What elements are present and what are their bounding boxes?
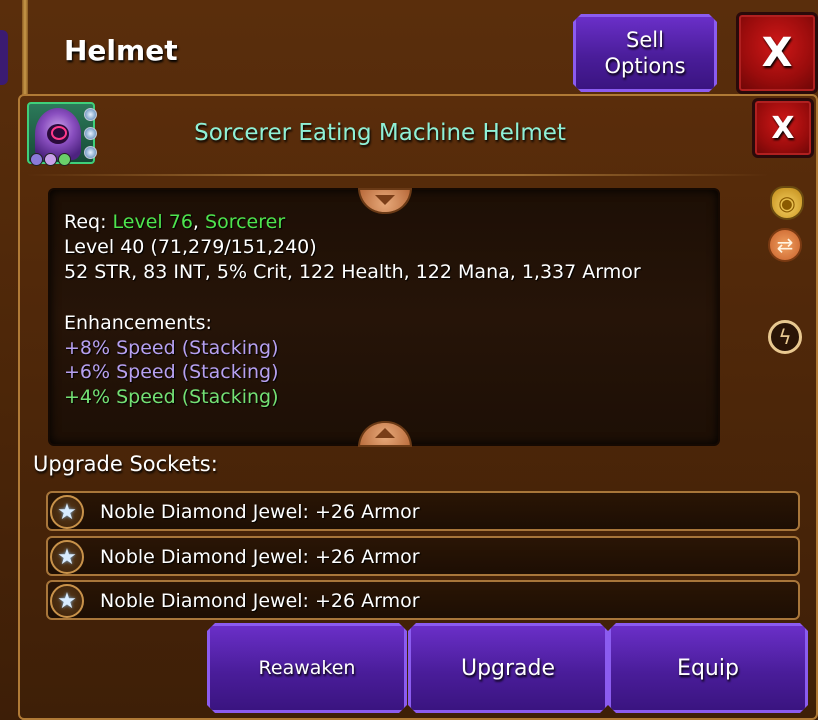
left-edge-tab xyxy=(0,30,8,85)
reawaken-button[interactable]: Reawaken xyxy=(207,623,407,713)
gem-dot-2 xyxy=(44,153,57,166)
socket-pip-1-star-icon xyxy=(84,108,97,121)
stats-line: 52 STR, 83 INT, 5% Crit, 122 Health, 122… xyxy=(64,261,641,283)
window-title: Helmet xyxy=(64,34,178,67)
gold-bag-icon[interactable]: ◉ xyxy=(770,186,804,220)
upgrade-button[interactable]: Upgrade xyxy=(408,623,608,713)
diamond-jewel-icon: ★ xyxy=(50,540,84,574)
item-name: Sorcerer Eating Machine Helmet xyxy=(194,120,566,146)
gem-dot-3 xyxy=(58,153,71,166)
req-separator: , xyxy=(192,211,206,233)
enhancements-label: Enhancements: xyxy=(64,312,212,334)
upgrade-sockets-label: Upgrade Sockets: xyxy=(33,452,218,476)
enhancement-line: +6% Speed (Stacking) xyxy=(64,361,279,383)
title-divider xyxy=(28,174,768,176)
close-window-button[interactable]: X xyxy=(736,12,818,94)
level-line: Level 40 (71,279/151,240) xyxy=(64,236,317,258)
lightning-icon[interactable]: ϟ xyxy=(768,320,802,354)
close-detail-button[interactable]: X xyxy=(752,98,814,158)
enhancement-line: +4% Speed (Stacking) xyxy=(64,386,279,408)
rune-mark xyxy=(51,126,67,140)
socket-pip-3-star-icon xyxy=(84,146,97,159)
socket-pip-2-star-icon xyxy=(84,127,97,140)
socket-row[interactable]: ★ Noble Diamond Jewel: +26 Armor xyxy=(46,536,800,576)
socket-row[interactable]: ★ Noble Diamond Jewel: +26 Armor xyxy=(46,491,800,531)
diamond-jewel-icon: ★ xyxy=(50,495,84,529)
socket-label: Noble Diamond Jewel: +26 Armor xyxy=(100,590,420,612)
req-level: Level 76 xyxy=(112,211,193,233)
socket-label: Noble Diamond Jewel: +26 Armor xyxy=(100,501,420,523)
requirement-line: Req: Level 76, Sorcerer xyxy=(64,210,285,235)
sell-options-button[interactable]: Sell Options xyxy=(573,14,717,92)
socket-row[interactable]: ★ Noble Diamond Jewel: +26 Armor xyxy=(46,580,800,620)
gem-dot-1 xyxy=(30,153,43,166)
req-class: Sorcerer xyxy=(205,211,286,233)
diamond-jewel-icon: ★ xyxy=(50,584,84,618)
socket-label: Noble Diamond Jewel: +26 Armor xyxy=(100,546,420,568)
swap-icon[interactable]: ⇄ xyxy=(768,228,802,262)
equip-button[interactable]: Equip xyxy=(608,623,808,713)
req-prefix: Req: xyxy=(64,211,113,233)
enhancement-line: +8% Speed (Stacking) xyxy=(64,337,279,359)
